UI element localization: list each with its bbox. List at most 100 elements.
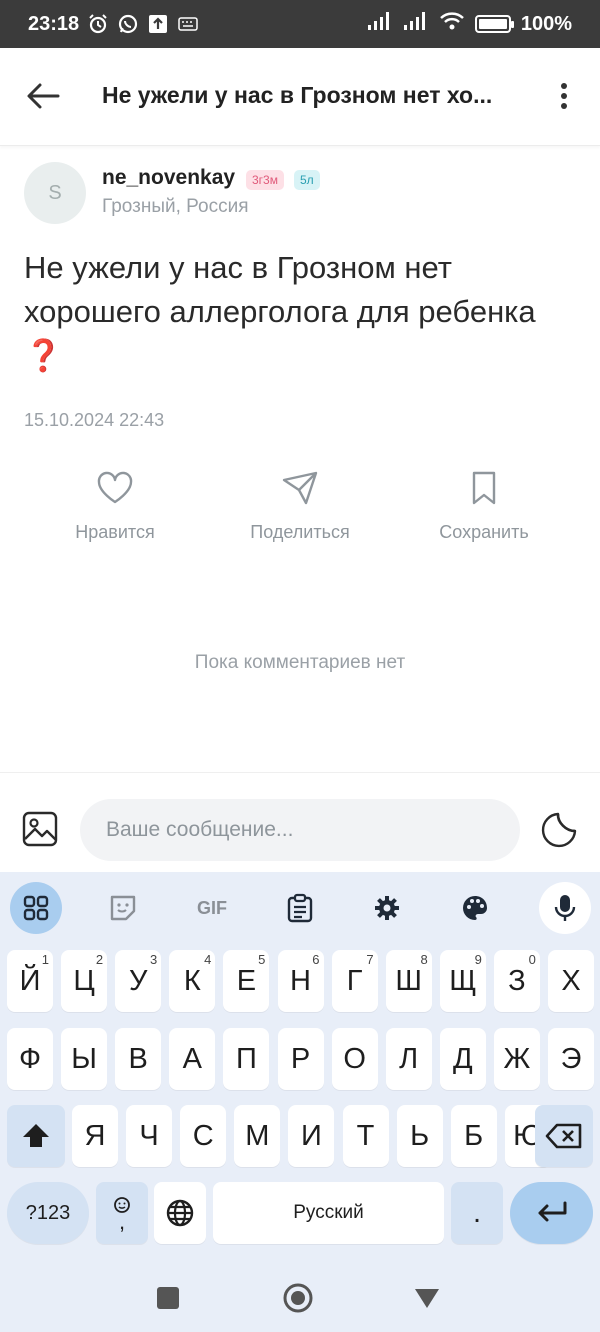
key-row3-3[interactable]: С	[180, 1105, 227, 1167]
shift-key[interactable]	[7, 1105, 65, 1167]
battery-percent: 100%	[520, 12, 572, 35]
space-key[interactable]: Русский	[213, 1182, 444, 1244]
key-row3-6[interactable]: Т	[342, 1105, 389, 1167]
key-row2-10-label: Ж	[503, 1042, 531, 1075]
microphone-icon	[554, 895, 576, 921]
sticker-keyboard-button[interactable]	[97, 882, 149, 934]
key-4[interactable]: К4	[169, 950, 216, 1012]
symbols-key-label: ?123	[25, 1201, 71, 1224]
post-body: Не ужели у нас в Грозном нет хорошего ал…	[24, 246, 564, 378]
key-7-label: Г	[346, 964, 363, 997]
key-hint: 0	[528, 952, 536, 967]
back-button[interactable]	[24, 78, 64, 114]
post-text: Не ужели у нас в Грозном нет хорошего ал…	[24, 250, 536, 329]
post-author[interactable]: S ne_novenkay 3г3м 5л Грозный, Россия	[24, 162, 584, 226]
palette-icon	[463, 896, 487, 920]
save-label: Сохранить	[439, 522, 529, 542]
key-row2-8-label: Л	[399, 1042, 419, 1075]
key-9-label: Щ	[449, 964, 477, 997]
like-button[interactable]: Нравится	[35, 470, 195, 543]
settings-button[interactable]	[361, 882, 413, 934]
image-icon	[22, 811, 58, 847]
whatsapp-icon	[117, 13, 139, 35]
key-row2-11[interactable]: Э	[548, 1028, 594, 1090]
save-button[interactable]: Сохранить	[404, 470, 564, 543]
comma-label: ,	[118, 1209, 126, 1234]
voice-input-button[interactable]	[539, 882, 591, 934]
backspace-key[interactable]	[535, 1105, 593, 1167]
key-5[interactable]: Е5	[223, 950, 270, 1012]
key-10[interactable]: З0	[493, 950, 540, 1012]
key-11-label: Х	[561, 964, 581, 997]
key-row2-2-label: Ы	[71, 1042, 97, 1075]
key-5-label: Е	[236, 964, 257, 997]
key-1[interactable]: Й1	[7, 950, 53, 1012]
avatar[interactable]: S	[24, 162, 86, 224]
key-row3-8-label: Б	[464, 1119, 484, 1152]
battery-icon	[474, 15, 514, 33]
system-nav-bar	[0, 1262, 600, 1332]
more-vertical-icon	[561, 83, 567, 109]
key-2[interactable]: Ц2	[61, 950, 108, 1012]
key-row2-3[interactable]: В	[115, 1028, 162, 1090]
recents-button[interactable]	[152, 1282, 184, 1314]
back-nav-button[interactable]	[411, 1282, 443, 1314]
author-username[interactable]: ne_novenkay	[102, 166, 235, 190]
key-8[interactable]: Ш8	[385, 950, 432, 1012]
apps-button[interactable]	[10, 882, 62, 934]
key-row2-10[interactable]: Ж	[493, 1028, 540, 1090]
key-6[interactable]: Н6	[277, 950, 324, 1012]
attach-image-button[interactable]	[22, 811, 58, 847]
enter-key[interactable]	[510, 1182, 593, 1244]
key-row3-4[interactable]: М	[234, 1105, 281, 1167]
symbols-key[interactable]: ?123	[7, 1182, 89, 1244]
key-2-label: Ц	[73, 964, 95, 997]
key-row3-4-label: М	[245, 1119, 270, 1152]
key-4-label: К	[183, 964, 201, 997]
sticker-icon	[541, 812, 577, 848]
key-row2-6-label: Р	[290, 1042, 311, 1075]
key-row3-8[interactable]: Б	[450, 1105, 497, 1167]
key-7[interactable]: Г7	[331, 950, 378, 1012]
key-hint: 3	[149, 952, 158, 967]
key-row3-6-label: Т	[356, 1119, 375, 1152]
clipboard-button[interactable]	[274, 882, 326, 934]
key-row2-5[interactable]: П	[223, 1028, 270, 1090]
key-3[interactable]: У3	[115, 950, 162, 1012]
gif-button[interactable]: GIF	[186, 882, 238, 934]
member-years-badge: 5л	[294, 170, 320, 190]
period-key[interactable]: .	[451, 1182, 503, 1244]
key-8-label: Ш	[395, 964, 422, 997]
more-options-button[interactable]	[550, 78, 578, 114]
clipboard-icon	[287, 893, 313, 923]
key-row2-4-label: А	[182, 1042, 202, 1075]
key-row3-2[interactable]: Ч	[126, 1105, 173, 1167]
key-row3-1[interactable]: Я	[72, 1105, 118, 1167]
theme-button[interactable]	[449, 882, 501, 934]
send-icon	[282, 471, 318, 505]
language-key[interactable]	[154, 1182, 206, 1244]
key-row2-2[interactable]: Ы	[61, 1028, 108, 1090]
sticker-smile-icon	[110, 895, 136, 921]
key-row2-5-label: П	[235, 1042, 257, 1075]
key-row2-3-label: В	[128, 1042, 148, 1075]
key-row3-7[interactable]: Ь	[396, 1105, 443, 1167]
key-row2-9[interactable]: Д	[439, 1028, 486, 1090]
status-bar: 23:18 100%	[0, 0, 600, 48]
back-arrow-icon	[27, 83, 60, 109]
key-row2-4[interactable]: А	[169, 1028, 216, 1090]
key-row2-7[interactable]: О	[331, 1028, 378, 1090]
emoji-comma-key[interactable]: ,	[96, 1182, 148, 1244]
key-row2-8[interactable]: Л	[385, 1028, 432, 1090]
key-row3-5[interactable]: И	[288, 1105, 335, 1167]
key-11[interactable]: Х	[548, 950, 594, 1012]
key-9[interactable]: Щ9	[439, 950, 486, 1012]
home-button[interactable]	[282, 1282, 314, 1314]
share-button[interactable]: Поделиться	[220, 470, 380, 543]
sticker-button[interactable]	[540, 811, 578, 849]
globe-icon	[166, 1199, 194, 1227]
message-input[interactable]	[80, 799, 520, 861]
key-row2-1[interactable]: Ф	[7, 1028, 53, 1090]
square-icon	[157, 1287, 179, 1309]
key-row2-6[interactable]: Р	[277, 1028, 324, 1090]
